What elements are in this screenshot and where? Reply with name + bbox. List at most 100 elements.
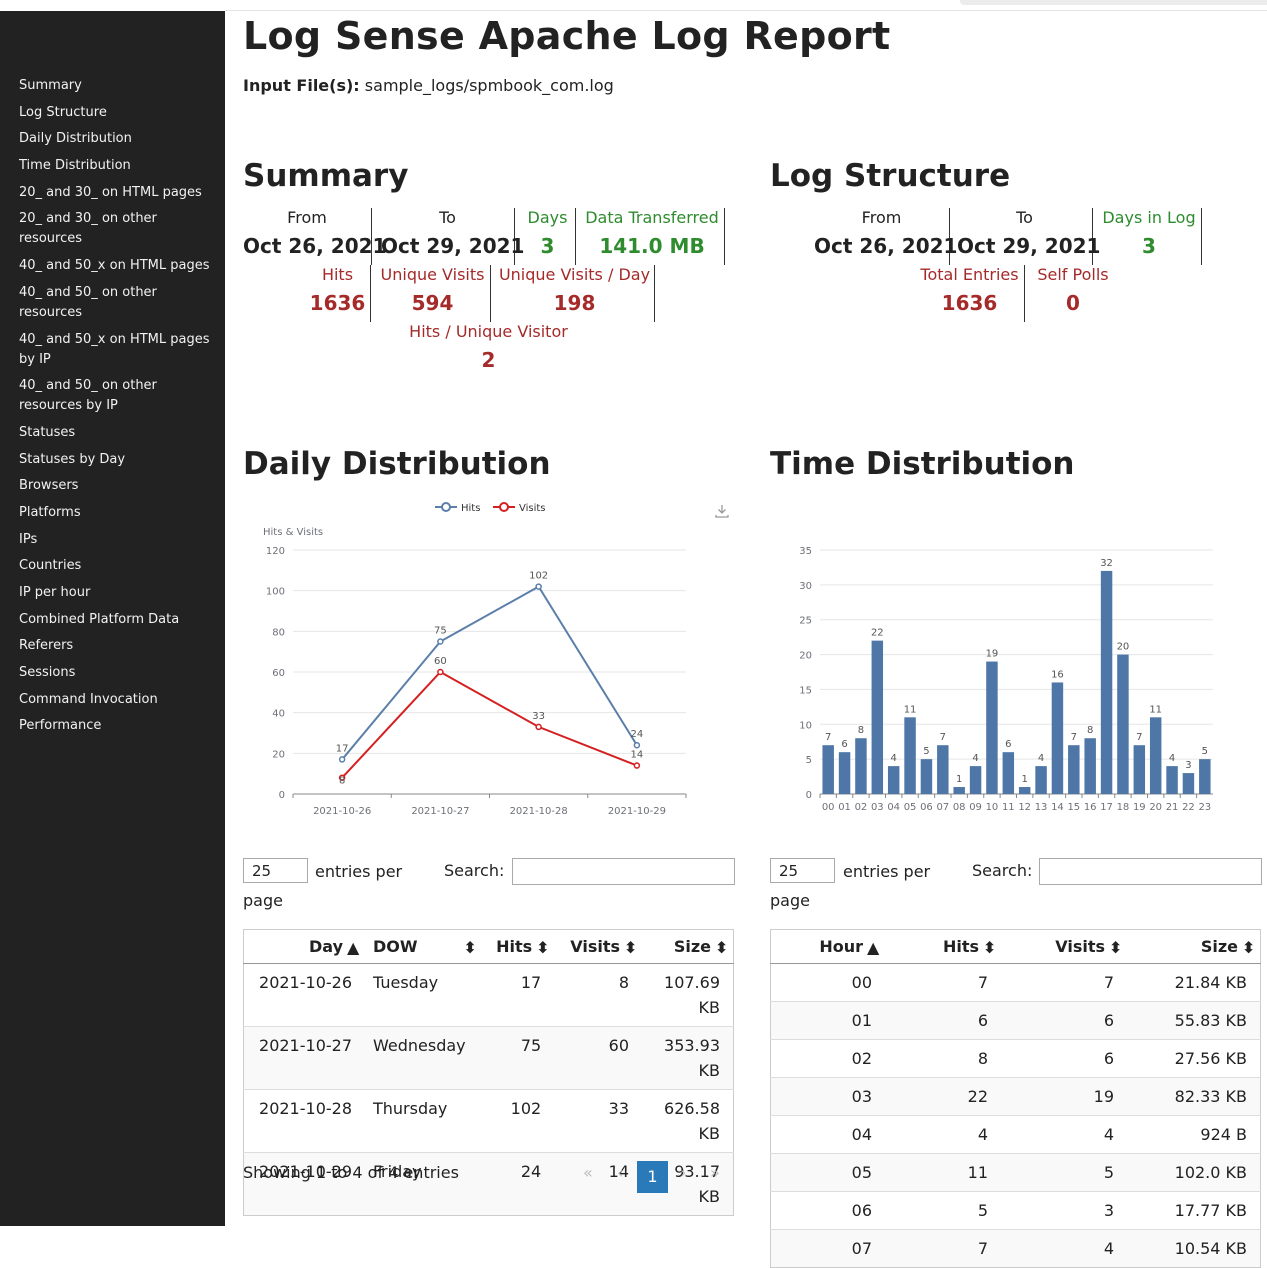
daily-search-input[interactable] <box>512 858 735 885</box>
sidebar-item[interactable]: 40_ and 50_ on other resources <box>19 280 219 327</box>
sidebar-item[interactable]: 20_ and 30_ on other resources <box>19 206 219 253</box>
table-cell: 2021-10-27 <box>243 1026 365 1090</box>
sidebar-item[interactable]: Platforms <box>19 500 219 527</box>
data-point <box>535 583 542 590</box>
sidebar-item[interactable]: 40_ and 50_x on HTML pages by IP <box>19 327 219 374</box>
x-tick-label: 04 <box>887 802 900 813</box>
series-line-hits <box>341 585 638 761</box>
table-row: 03 22 19 82.33 KB <box>770 1077 1261 1116</box>
structure-from-value: Oct 26, 2021 <box>814 234 958 258</box>
sidebar-item[interactable]: Command Invocation <box>19 687 219 714</box>
table-cell: 353.93 KB <box>642 1026 734 1090</box>
sidebar-item[interactable]: 40_ and 50_x on HTML pages <box>19 253 219 280</box>
data-point <box>633 741 641 749</box>
data-label: 75 <box>434 626 447 637</box>
x-tick-label: 22 <box>1182 802 1195 813</box>
y-tick-label: 30 <box>799 581 812 592</box>
daily-entries-label: entries per page <box>243 862 403 910</box>
pager-first-button[interactable]: « <box>583 1163 593 1182</box>
table-cell: 55.83 KB <box>1127 1001 1261 1040</box>
sidebar-item[interactable]: Browsers <box>19 473 219 500</box>
download-icon[interactable] <box>714 503 730 519</box>
table-cell: 4 <box>885 1115 1001 1154</box>
time-col-visits[interactable]: Visits ⬍ <box>1001 929 1127 964</box>
table-cell: 7 <box>1001 963 1127 1002</box>
time-table-header: Hour ▲ Hits ⬍ Visits ⬍ Size ⬍ <box>770 929 1261 964</box>
pager-page-1[interactable]: 1 <box>637 1161 668 1193</box>
table-cell: Wednesday <box>365 1026 482 1090</box>
sidebar-item[interactable]: 20_ and 30_ on HTML pages <box>19 180 219 207</box>
table-cell: 8 <box>554 963 642 1027</box>
data-point <box>535 723 542 731</box>
bar <box>822 745 834 794</box>
sidebar-item[interactable]: Daily Distribution <box>19 126 219 153</box>
sidebar-item[interactable]: Time Distribution <box>19 153 219 180</box>
sidebar-item[interactable]: Sessions <box>19 660 219 687</box>
sidebar-item[interactable]: Countries <box>19 553 219 580</box>
time-col-hits[interactable]: Hits ⬍ <box>885 929 1001 964</box>
table-cell: 19 <box>1001 1077 1127 1116</box>
sidebar-item[interactable]: Statuses by Day <box>19 447 219 474</box>
daily-distribution-heading: Daily Distribution <box>243 446 551 482</box>
x-tick-label: 2021-10-29 <box>608 806 666 817</box>
daily-col-visits[interactable]: Visits ⬍ <box>554 929 642 964</box>
table-cell: 7 <box>885 963 1001 1002</box>
daily-col-hits[interactable]: Hits ⬍ <box>481 929 555 964</box>
table-row: 05 11 5 102.0 KB <box>770 1153 1261 1192</box>
sidebar-item[interactable]: Log Structure <box>19 100 219 127</box>
table-cell: 24 <box>481 1152 555 1216</box>
y-tick-label: 10 <box>799 720 812 731</box>
sidebar-item[interactable]: 40_ and 50_ on other resources by IP <box>19 373 219 420</box>
sidebar-item[interactable]: IPs <box>19 527 219 554</box>
table-row: 2021-10-27 Wednesday 75 60 353.93 KB <box>243 1026 734 1090</box>
data-label: 60 <box>434 656 447 667</box>
y-tick-label: 5 <box>806 755 812 766</box>
time-table: Hour ▲ Hits ⬍ Visits ⬍ Size ⬍ 00 7 7 21.84 KB 01… <box>770 929 1261 1268</box>
data-label: 4 <box>1038 753 1044 764</box>
sidebar-item[interactable]: Combined Platform Data <box>19 607 219 634</box>
table-row: 2021-10-28 Thursday 102 33 626.58 KB <box>243 1089 734 1153</box>
table-cell: 22 <box>885 1077 1001 1116</box>
sort-icon: ⬍ <box>1109 937 1123 957</box>
daily-col-dow[interactable]: DOW ⬍ <box>365 929 482 964</box>
table-cell: 8 <box>885 1039 1001 1078</box>
time-col-hour[interactable]: Hour ▲ <box>770 929 885 964</box>
time-entries-label: entries per page <box>770 862 931 910</box>
sidebar-item[interactable]: IP per hour <box>19 580 219 607</box>
x-tick-label: 01 <box>838 802 851 813</box>
sidebar-item[interactable]: Summary <box>19 73 219 100</box>
pager-last-button[interactable]: » <box>710 1163 720 1182</box>
time-col-size[interactable]: Size ⬍ <box>1127 929 1261 964</box>
y-tick-label: 0 <box>806 790 812 801</box>
bar <box>920 759 933 794</box>
bar <box>1117 654 1129 794</box>
sidebar-item[interactable]: Referers <box>19 633 219 660</box>
pager-next-button[interactable]: › <box>680 1163 686 1182</box>
structure-from: From Oct 26, 2021 <box>814 208 958 265</box>
daily-col-day[interactable]: Day ▲ <box>243 929 365 964</box>
table-row: 00 7 7 21.84 KB <box>770 963 1261 1002</box>
table-cell: 17 <box>481 963 555 1027</box>
data-label: 19 <box>986 649 999 660</box>
table-cell: 75 <box>481 1026 555 1090</box>
table-cell: 27.56 KB <box>1127 1039 1261 1078</box>
top-search-field[interactable] <box>960 0 1267 5</box>
structure-polls-label: Self Polls <box>1037 265 1109 284</box>
x-tick-label: 2021-10-27 <box>411 806 469 817</box>
data-label: 8 <box>858 725 864 736</box>
time-search-input[interactable] <box>1039 858 1262 885</box>
data-label: 7 <box>825 732 831 743</box>
sidebar-item[interactable]: Performance <box>19 713 219 740</box>
x-tick-label: 06 <box>920 802 933 813</box>
pager-prev-button[interactable]: ‹ <box>617 1163 623 1182</box>
table-cell: 21.84 KB <box>1127 963 1261 1002</box>
x-tick-label: 08 <box>953 802 966 813</box>
summary-unique-visits: Unique Visits 594 <box>375 265 491 322</box>
data-label: 11 <box>904 704 917 715</box>
data-label: 20 <box>1117 642 1130 653</box>
summary-hits-label: Hits <box>321 265 354 284</box>
sidebar-item[interactable]: Statuses <box>19 420 219 447</box>
summary-unique-visits-day: Unique Visits / Day 198 <box>495 265 655 322</box>
summary-uvd-value: 198 <box>553 291 596 315</box>
daily-col-size[interactable]: Size ⬍ <box>642 929 734 964</box>
